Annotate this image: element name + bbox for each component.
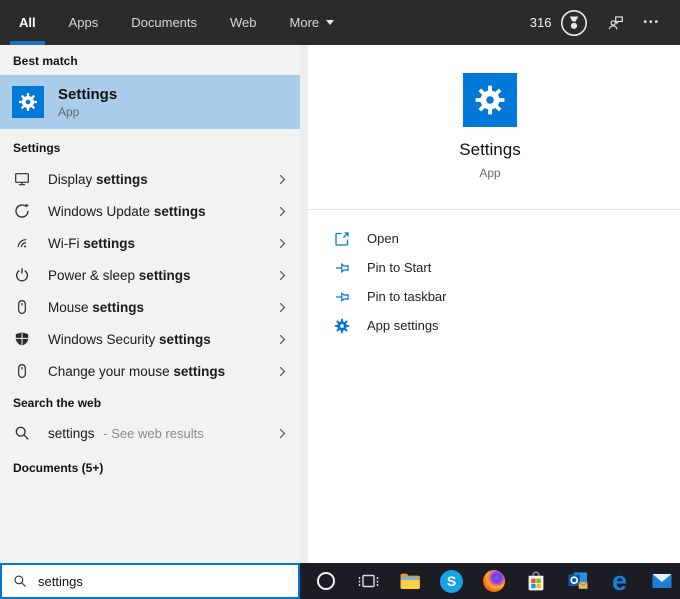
taskbar-file-explorer-button[interactable]	[397, 568, 422, 594]
result-item-wifi-settings[interactable]: Wi-Fi settings	[0, 227, 300, 259]
documents-section-header: Documents (5+)	[0, 449, 300, 483]
rewards-button[interactable]: 316	[530, 9, 589, 37]
settings-app-tile	[12, 86, 44, 118]
bottom-bar: S e	[0, 563, 680, 599]
chevron-right-icon	[279, 270, 286, 281]
best-match-result-settings[interactable]: Settings App	[0, 75, 300, 129]
preview-title: Settings	[300, 139, 680, 161]
rewards-medal-icon	[560, 9, 588, 37]
tab-web[interactable]: Web	[227, 0, 260, 45]
context-action-pin-to-taskbar[interactable]: Pin to taskbar	[334, 282, 680, 311]
best-match-subtitle: App	[58, 105, 117, 119]
cortana-icon	[317, 572, 335, 590]
pin-icon	[334, 260, 350, 276]
context-actions: Open Pin to Start Pin to taskbar App set…	[300, 210, 680, 340]
gear-icon	[334, 318, 350, 334]
topbar-actions: 316 •••	[530, 9, 680, 37]
mouse-icon	[14, 299, 30, 315]
edge-icon: e	[612, 570, 627, 592]
best-match-title: Settings	[58, 86, 117, 103]
pin-icon	[334, 289, 350, 305]
web-results-hint: - See web results	[103, 426, 203, 441]
preview-panel: Settings App Open Pin to Start Pin to ta…	[300, 45, 680, 563]
tab-documents[interactable]: Documents	[128, 0, 200, 45]
chevron-right-icon	[279, 238, 286, 249]
microsoft-store-icon	[524, 569, 548, 593]
preview-subtitle: App	[300, 165, 680, 181]
taskbar-cortana-button[interactable]	[313, 568, 338, 594]
context-action-open[interactable]: Open	[334, 224, 680, 253]
chevron-right-icon	[279, 334, 286, 345]
chevron-right-icon	[279, 174, 286, 185]
firefox-icon	[483, 570, 505, 592]
chevron-down-icon	[326, 20, 334, 25]
feedback-icon[interactable]	[607, 14, 624, 31]
rewards-count: 316	[530, 15, 552, 30]
search-icon	[14, 425, 30, 441]
taskbar-outlook-button[interactable]	[565, 568, 590, 594]
result-item-windows-update-settings[interactable]: Windows Update settings	[0, 195, 300, 227]
monitor-icon	[14, 171, 30, 187]
result-item-power-sleep-settings[interactable]: Power & sleep settings	[0, 259, 300, 291]
filter-tabs: All Apps Documents Web More	[0, 0, 364, 45]
outlook-icon	[566, 569, 590, 593]
taskbar-edge-button[interactable]: e	[607, 568, 632, 594]
settings-app-tile-large	[463, 73, 517, 127]
taskbar-skype-button[interactable]: S	[439, 568, 464, 594]
skype-icon: S	[440, 570, 463, 593]
search-input[interactable]	[38, 574, 268, 589]
context-action-pin-to-start[interactable]: Pin to Start	[334, 253, 680, 282]
wifi-icon	[14, 235, 30, 251]
more-options-icon[interactable]: •••	[643, 18, 660, 28]
context-action-app-settings[interactable]: App settings	[334, 311, 680, 340]
chevron-right-icon	[279, 428, 286, 439]
mail-icon	[650, 569, 674, 593]
taskbar-store-button[interactable]	[523, 568, 548, 594]
search-filter-bar: All Apps Documents Web More 316 •••	[0, 0, 680, 45]
mouse-icon	[14, 363, 30, 379]
search-icon	[13, 574, 27, 588]
settings-section-header: Settings	[0, 129, 300, 163]
result-item-web-search[interactable]: settings - See web results	[0, 417, 300, 449]
search-results-area: Best match Settings App Settings Display…	[0, 45, 680, 563]
taskbar-firefox-button[interactable]	[481, 568, 506, 594]
shield-icon	[14, 331, 30, 347]
result-item-mouse-settings[interactable]: Mouse settings	[0, 291, 300, 323]
refresh-icon	[14, 203, 30, 219]
result-item-display-settings[interactable]: Display settings	[0, 163, 300, 195]
tab-more[interactable]: More	[287, 0, 338, 45]
chevron-right-icon	[279, 302, 286, 313]
tab-all[interactable]: All	[16, 0, 39, 45]
search-web-header: Search the web	[0, 387, 300, 417]
taskbar-task-view-button[interactable]	[355, 568, 380, 594]
result-item-change-mouse-settings[interactable]: Change your mouse settings	[0, 355, 300, 387]
result-item-windows-security-settings[interactable]: Windows Security settings	[0, 323, 300, 355]
taskbar-mail-button[interactable]	[649, 568, 674, 594]
app-preview: Settings App	[300, 45, 680, 181]
chevron-right-icon	[279, 206, 286, 217]
taskbar: S e	[300, 563, 680, 599]
file-explorer-icon	[398, 569, 422, 593]
best-match-header: Best match	[0, 45, 300, 75]
open-icon	[334, 231, 350, 247]
task-view-icon	[356, 569, 380, 593]
results-panel: Best match Settings App Settings Display…	[0, 45, 300, 563]
tab-apps[interactable]: Apps	[66, 0, 102, 45]
chevron-right-icon	[279, 366, 286, 377]
taskbar-search-box[interactable]	[0, 563, 300, 599]
power-icon	[14, 267, 30, 283]
